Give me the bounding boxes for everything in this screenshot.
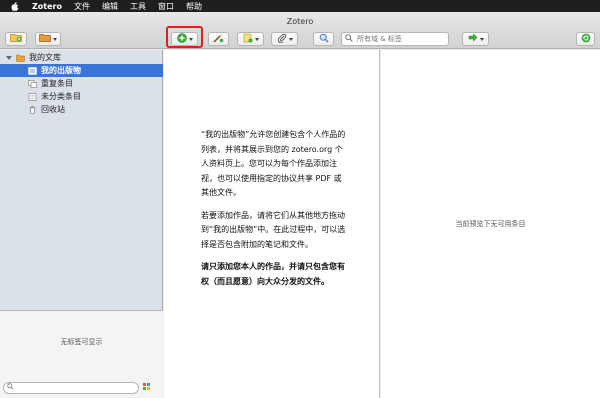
new-item-highlight <box>166 26 203 48</box>
add-attachment-button[interactable] <box>271 32 298 46</box>
new-collection-button[interactable] <box>5 32 27 46</box>
tree-item-label: 回收站 <box>41 105 65 114</box>
note-icon <box>243 33 253 46</box>
toolbar <box>0 30 600 49</box>
search-icon <box>7 383 14 393</box>
chevron-down-icon <box>53 37 57 41</box>
tree-item-my-publications[interactable]: 我的出版物 <box>0 64 163 77</box>
apple-icon[interactable] <box>10 1 20 11</box>
tree-item-label: 重复条目 <box>41 79 73 88</box>
disclosure-triangle-icon[interactable] <box>6 55 12 60</box>
intro-paragraph: 若要添加作品，请将它们从其他地方拖动到“我的出版物”中。在此过程中，可以选择是否… <box>201 210 346 249</box>
tree-item-label: 我的出版物 <box>41 66 81 75</box>
unfiled-items-icon <box>28 92 37 101</box>
collection-tree: 我的文库 我的出版物 重复条目 未分类条目 回收站 <box>0 50 163 116</box>
library-actions-button[interactable] <box>35 32 61 46</box>
search-icon[interactable] <box>345 33 353 45</box>
collections-pane: 我的文库 我的出版物 重复条目 未分类条目 回收站 无标签可显示 <box>0 50 163 398</box>
tree-item-duplicate-items[interactable]: 重复条目 <box>0 77 163 90</box>
search-field[interactable] <box>341 32 449 46</box>
chevron-down-icon <box>288 37 293 41</box>
search-input[interactable] <box>357 35 435 43</box>
menu-edit[interactable]: 编辑 <box>102 1 118 12</box>
tree-item-label: 未分类条目 <box>41 92 81 101</box>
folder-icon <box>39 33 51 45</box>
tag-color-grid-icon <box>143 383 152 394</box>
chevron-down-icon <box>254 37 259 41</box>
menu-tools[interactable]: 工具 <box>130 1 146 12</box>
item-pane: 当前预览下无可用条目 <box>381 50 600 398</box>
title-bar: Zotero <box>0 12 600 30</box>
tree-item-unfiled-items[interactable]: 未分类条目 <box>0 90 163 103</box>
tree-item-trash[interactable]: 回收站 <box>0 103 163 116</box>
window-title: Zotero <box>286 16 314 26</box>
items-pane: “我的出版物”允许您创建包含个人作品的列表，并将其展示到您的 zotero.or… <box>164 50 380 398</box>
paperclip-icon <box>277 33 287 46</box>
publications-icon <box>28 66 37 75</box>
menu-bar: Zotero 文件 编辑 工具 窗口 帮助 <box>0 0 600 12</box>
new-note-button[interactable] <box>237 32 264 46</box>
tree-item-my-library[interactable]: 我的文库 <box>0 51 163 64</box>
menu-window[interactable]: 窗口 <box>158 1 174 12</box>
intro-paragraph: 请只添加您本人的作品，并请只包含您有权（而且愿意）向大众分发的文件。 <box>201 262 345 286</box>
sync-button[interactable] <box>576 32 595 46</box>
new-folder-icon <box>10 33 22 45</box>
no-preview-message: 当前预览下无可用条目 <box>455 220 526 228</box>
tag-filter-input[interactable] <box>3 382 139 394</box>
duplicate-items-icon <box>28 79 37 88</box>
tag-selector: 无标签可显示 <box>0 310 163 398</box>
library-icon <box>16 54 25 62</box>
sync-icon <box>581 33 591 46</box>
menu-file[interactable]: 文件 <box>74 1 90 12</box>
add-by-identifier-button[interactable] <box>208 32 229 46</box>
trash-icon <box>28 106 37 114</box>
menu-help[interactable]: 帮助 <box>186 1 202 12</box>
arrow-right-icon <box>468 33 478 45</box>
tag-empty-message: 无标签可显示 <box>60 338 103 346</box>
tag-actions-button[interactable] <box>143 383 153 394</box>
magnifier-icon <box>319 33 329 46</box>
my-publications-intro: “我的出版物”允许您创建包含个人作品的列表，并将其展示到您的 zotero.or… <box>201 128 346 297</box>
locate-button[interactable] <box>462 32 489 46</box>
tree-item-label: 我的文库 <box>29 53 61 62</box>
intro-paragraph: “我的出版物”允许您创建包含个人作品的列表，并将其展示到您的 zotero.or… <box>201 130 346 197</box>
chevron-down-icon <box>479 37 484 41</box>
advanced-search-button[interactable] <box>313 32 334 46</box>
menu-app-zotero[interactable]: Zotero <box>32 2 62 11</box>
magic-wand-icon <box>213 33 224 46</box>
